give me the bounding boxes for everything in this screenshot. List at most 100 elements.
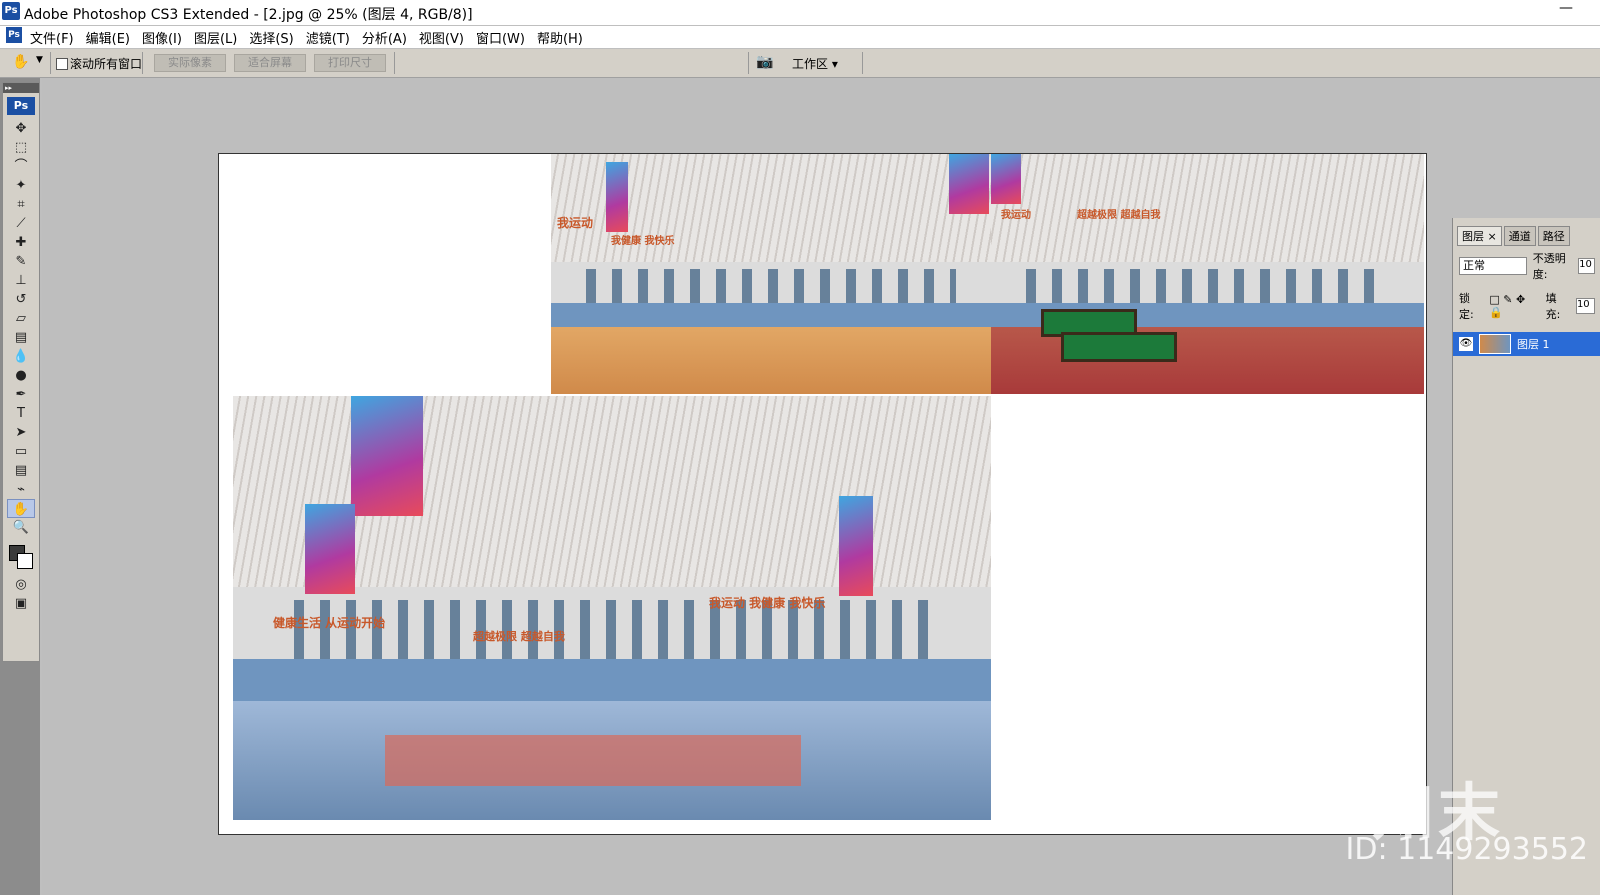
hand-tool-preset-icon[interactable]: ✋: [12, 54, 29, 70]
slogan-text: 健康生活 从运动开始: [273, 616, 386, 630]
slogan-text: 我健康 我快乐: [611, 236, 675, 247]
divider: [50, 52, 51, 74]
lock-row: 锁定: □ ✎ ✥ 🔒 填充: 10: [1453, 286, 1600, 326]
toolbox: ▸▸ Ps ✥ ⬚ ⌒ ✦ ⌗ ⟋ ✚ ✎ ⊥ ↺ ▱ ▤ 💧 ● ✒ T ➤ ▭ ▤ ⌁ ✋ 🔍 ◎ ▣: [2, 82, 40, 662]
color-swatches[interactable]: [7, 543, 35, 569]
options-bar: ✋ ▼ 滚动所有窗口 实际像素 适合屏幕 打印尺寸 📷 工作区 ▾: [0, 49, 1600, 78]
divider: [394, 52, 395, 74]
divider: [748, 52, 749, 74]
slice-tool-icon[interactable]: ⟋: [7, 214, 35, 233]
move-tool-icon[interactable]: ✥: [7, 119, 35, 138]
slogan-text: 我运动 我健康 我快乐: [709, 596, 826, 610]
divider: [142, 52, 143, 74]
gym-render-wide: 健康生活 从运动开始 超越极限 超越自我 我运动 我健康 我快乐: [233, 396, 991, 820]
watermark-id: ID: 1149293552: [1345, 832, 1588, 867]
menu-edit[interactable]: 编辑(E): [86, 28, 130, 47]
menu-window[interactable]: 窗口(W): [476, 28, 525, 47]
menu-file[interactable]: 文件(F): [30, 28, 74, 47]
print-size-button[interactable]: 打印尺寸: [314, 54, 386, 72]
brush-tool-icon[interactable]: ✎: [7, 252, 35, 271]
slogan-text: 我运动: [1001, 210, 1031, 221]
background-color-swatch[interactable]: [17, 553, 33, 569]
gradient-tool-icon[interactable]: ▤: [7, 328, 35, 347]
actual-pixels-button[interactable]: 实际像素: [154, 54, 226, 72]
banner-graphic: [991, 154, 1021, 204]
menu-image[interactable]: 图像(I): [142, 28, 182, 47]
banner-graphic: [839, 496, 873, 596]
slogan-text: 超越极限 超越自我: [1077, 210, 1161, 221]
menu-help[interactable]: 帮助(H): [537, 28, 583, 47]
eraser-tool-icon[interactable]: ▱: [7, 309, 35, 328]
crop-tool-icon[interactable]: ⌗: [7, 195, 35, 214]
tab-layers[interactable]: 图层 ×: [1457, 226, 1502, 246]
photoshop-app-icon: Ps: [2, 2, 20, 20]
lock-icons[interactable]: □ ✎ ✥ 🔒: [1489, 293, 1539, 319]
quick-mask-icon[interactable]: ◎: [7, 575, 35, 594]
healing-brush-tool-icon[interactable]: ✚: [7, 233, 35, 252]
tab-paths[interactable]: 路径: [1537, 226, 1570, 246]
blend-mode-select[interactable]: 正常: [1459, 257, 1527, 275]
blend-row: 正常 不透明度: 10: [1453, 246, 1600, 286]
scroll-all-windows-label: 滚动所有窗口: [70, 57, 143, 71]
window-title: Adobe Photoshop CS3 Extended - [2.jpg @ …: [24, 7, 473, 23]
layer-thumbnail: [1479, 334, 1511, 354]
court-marking: [384, 735, 802, 787]
workspace-icon[interactable]: 📷: [756, 54, 773, 70]
clone-stamp-tool-icon[interactable]: ⊥: [7, 271, 35, 290]
scroll-all-windows-checkbox[interactable]: 滚动所有窗口: [56, 55, 142, 72]
panel-tabs: 图层 × 通道 路径: [1453, 218, 1600, 246]
blur-tool-icon[interactable]: 💧: [7, 347, 35, 366]
toolbox-grip[interactable]: ▸▸: [3, 83, 39, 93]
billiard-table: [1061, 332, 1177, 362]
gym-render-billiards: 我运动 超越极限 超越自我: [991, 154, 1424, 394]
workspace-button[interactable]: 工作区 ▾: [792, 55, 838, 72]
screen-mode-icon[interactable]: ▣: [7, 594, 35, 613]
notes-tool-icon[interactable]: ▤: [7, 461, 35, 480]
opacity-label: 不透明度:: [1532, 252, 1566, 281]
tab-channels[interactable]: 通道: [1503, 226, 1536, 246]
dodge-tool-icon[interactable]: ●: [7, 366, 35, 385]
document-icon[interactable]: Ps: [6, 27, 22, 43]
checkbox-box[interactable]: [56, 57, 68, 70]
menu-layer[interactable]: 图层(L): [194, 28, 237, 47]
fit-screen-button[interactable]: 适合屏幕: [234, 54, 306, 72]
tools-list: ✥ ⬚ ⌒ ✦ ⌗ ⟋ ✚ ✎ ⊥ ↺ ▱ ▤ 💧 ● ✒ T ➤ ▭ ▤ ⌁ ✋ 🔍: [3, 119, 39, 537]
menu-bar: Ps 文件(F) 编辑(E) 图像(I) 图层(L) 选择(S) 滤镜(T) 分…: [0, 26, 1600, 48]
gym-render-basketball: 我运动 我健康 我快乐: [551, 154, 991, 394]
type-tool-icon[interactable]: T: [7, 404, 35, 423]
banner-graphic: [305, 504, 355, 594]
layer-row[interactable]: 👁 图层 1: [1453, 332, 1600, 356]
banner-graphic: [949, 154, 989, 214]
lasso-tool-icon[interactable]: ⌒: [7, 157, 35, 176]
slogan-text: 我运动: [557, 216, 594, 230]
magic-wand-tool-icon[interactable]: ✦: [7, 176, 35, 195]
minimize-button[interactable]: —: [1554, 0, 1578, 20]
shape-tool-icon[interactable]: ▭: [7, 442, 35, 461]
zoom-tool-icon[interactable]: 🔍: [7, 518, 35, 537]
title-bar: Ps Adobe Photoshop CS3 Extended - [2.jpg…: [0, 0, 1600, 25]
opacity-input[interactable]: 10: [1578, 258, 1595, 274]
fill-label: 填充:: [1545, 292, 1561, 321]
layer-name[interactable]: 图层 1: [1517, 336, 1550, 352]
history-brush-tool-icon[interactable]: ↺: [7, 290, 35, 309]
fill-input[interactable]: 10: [1575, 298, 1595, 314]
path-selection-tool-icon[interactable]: ➤: [7, 423, 35, 442]
marquee-tool-icon[interactable]: ⬚: [7, 138, 35, 157]
menu-view[interactable]: 视图(V): [419, 28, 464, 47]
eyedropper-tool-icon[interactable]: ⌁: [7, 480, 35, 499]
visibility-eye-icon[interactable]: 👁: [1459, 337, 1473, 351]
slogan-text: 超越极限 超越自我: [473, 630, 565, 643]
lock-label: 锁定:: [1459, 292, 1474, 321]
document-canvas[interactable]: 我运动 我健康 我快乐 我运动 超越极限 超越自我 健康生活 从运动开始 超越极…: [218, 153, 1427, 835]
menu-analysis[interactable]: 分析(A): [362, 28, 407, 47]
hand-tool-icon[interactable]: ✋: [7, 499, 35, 518]
banner-graphic: [606, 162, 628, 232]
pen-tool-icon[interactable]: ✒: [7, 385, 35, 404]
menu-filter[interactable]: 滤镜(T): [306, 28, 350, 47]
chevron-down-icon[interactable]: ▼: [36, 55, 43, 65]
menu-items: 文件(F) 编辑(E) 图像(I) 图层(L) 选择(S) 滤镜(T) 分析(A…: [30, 28, 595, 47]
menu-select[interactable]: 选择(S): [249, 28, 293, 47]
banner-graphic: [351, 396, 423, 516]
photoshop-logo[interactable]: Ps: [7, 97, 35, 115]
divider: [862, 52, 863, 74]
